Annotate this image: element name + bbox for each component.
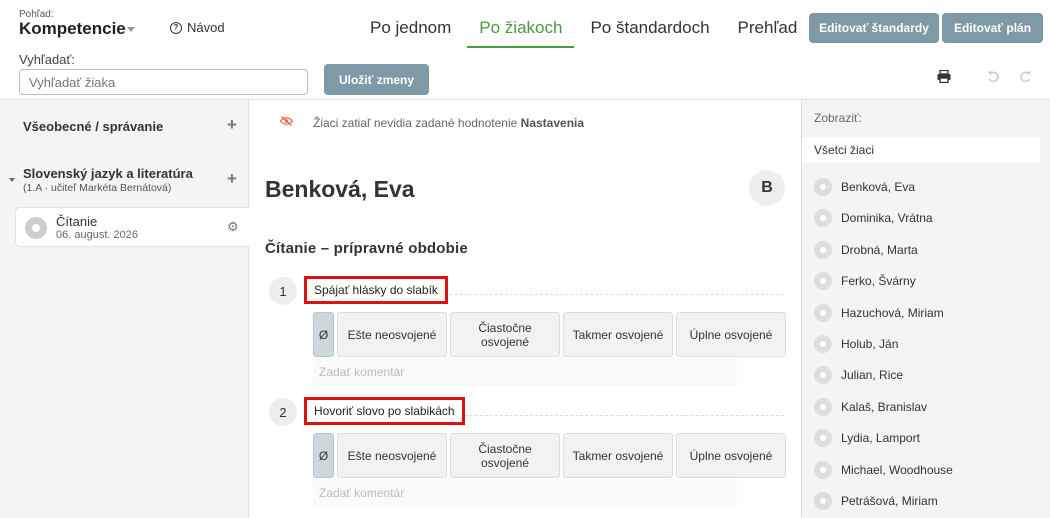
question-icon: ? <box>170 21 182 34</box>
section-title: Čítanie – prípravné obdobie <box>265 240 468 257</box>
tab-po-jednom[interactable]: Po jednom <box>358 10 463 48</box>
student-item[interactable]: Petrášová, Miriam <box>802 486 1050 517</box>
search-input[interactable] <box>19 69 308 95</box>
help-link[interactable]: ? Návod <box>170 20 225 35</box>
gear-icon[interactable]: ⚙ <box>227 219 239 235</box>
student-status-icon <box>814 178 832 196</box>
subject-subtitle: (1.A · učiteľ Markéta Bernátová) <box>23 182 172 194</box>
show-label: Zobraziť: <box>814 111 862 125</box>
student-item[interactable]: Julian, Rice <box>802 360 1050 391</box>
student-item[interactable]: Lydia, Lamport <box>802 423 1050 454</box>
grade-options: Ø Ešte neosvojené Čiastočne osvojené Tak… <box>313 433 789 478</box>
competency-label: Hovoriť slovo po slabikách <box>304 397 465 425</box>
grade-none-button[interactable]: Ø <box>313 433 334 478</box>
student-item[interactable]: Kalaš, Branislav <box>802 392 1050 423</box>
grade-button[interactable]: Úplne osvojené <box>676 312 786 357</box>
student-item[interactable]: Holub, Ján <box>802 329 1050 360</box>
edit-standards-button[interactable]: Editovať štandardy <box>809 13 939 43</box>
add-icon[interactable]: + <box>227 115 237 135</box>
undo-icon[interactable] <box>987 70 1000 86</box>
tab-po-standardoch[interactable]: Po štandardoch <box>578 10 721 48</box>
student-item[interactable]: Ferko, Švárny <box>802 266 1050 297</box>
grade-button[interactable]: Takmer osvojené <box>563 433 673 478</box>
collapse-icon[interactable] <box>9 178 15 182</box>
student-item[interactable]: Benková, Eva <box>802 172 1050 203</box>
search-label: Vyhľadať: <box>19 52 75 67</box>
student-item[interactable]: Michael, Woodhouse <box>802 455 1050 486</box>
notice-text: Žiaci zatiaľ nevidia zadané hodnotenie <box>313 116 518 130</box>
lesson-item[interactable]: Čítanie 06. august. 2026 ⚙ <box>15 207 249 247</box>
grade-none-button[interactable]: Ø <box>313 312 334 357</box>
assessment-panel: Žiaci zatiaľ nevidia zadané hodnotenie N… <box>250 100 801 518</box>
lesson-date: 06. august. 2026 <box>56 229 138 241</box>
student-item-name: Petrášová, Miriam <box>841 493 938 508</box>
visibility-notice: Žiaci zatiaľ nevidia zadané hodnotenie N… <box>313 116 584 130</box>
student-item[interactable]: Drobná, Marta <box>802 235 1050 266</box>
tab-po-ziakoch[interactable]: Po žiakoch <box>467 10 575 48</box>
grade-button[interactable]: Čiastočne osvojené <box>450 312 560 357</box>
student-item-name: Holub, Ján <box>841 336 899 351</box>
student-status-icon <box>814 491 832 510</box>
student-status-icon <box>814 240 832 259</box>
student-status-icon <box>814 209 832 228</box>
help-label: Návod <box>187 20 225 35</box>
tab-prehlad[interactable]: Prehľad <box>726 10 810 48</box>
lesson-name: Čítanie <box>56 214 98 229</box>
student-status-icon <box>814 460 832 479</box>
eye-off-icon <box>279 115 294 129</box>
lesson-status-icon <box>25 217 47 239</box>
student-status-icon <box>814 334 832 353</box>
student-item[interactable]: Dominika, Vrátna <box>802 203 1050 234</box>
settings-link[interactable]: Nastavenia <box>521 116 584 130</box>
student-status-icon <box>814 397 832 416</box>
redo-icon[interactable] <box>1019 70 1032 86</box>
student-list: Benková, Eva Dominika, Vrátna Drobná, Ma… <box>802 172 1050 517</box>
student-item-name: Dominika, Vrátna <box>841 211 933 226</box>
student-status-icon <box>814 272 832 291</box>
competency-label: Spájať hlásky do slabík <box>304 276 448 304</box>
students-panel: Zobraziť: Všetci žiaci Benková, Eva Domi… <box>801 100 1050 518</box>
comment-input[interactable]: Zadať komentár <box>313 358 737 386</box>
grade-button[interactable]: Ešte neosvojené <box>337 433 447 478</box>
chevron-down-icon[interactable] <box>127 27 135 32</box>
grade-button[interactable]: Ešte neosvojené <box>337 312 447 357</box>
subjects-panel: Všeobecné / správanie + Slovenský jazyk … <box>0 100 249 518</box>
student-status-icon <box>814 366 832 385</box>
view-tabs: Po jednom Po žiakoch Po štandardoch Preh… <box>358 10 813 48</box>
student-name: Benková, Eva <box>265 176 415 202</box>
add-icon[interactable]: + <box>227 169 237 189</box>
grade-button[interactable]: Čiastočne osvojené <box>450 433 560 478</box>
student-item-name: Ferko, Švárny <box>841 274 916 289</box>
top-bar: Pohľad: Kompetencie ? Návod Po jednom Po… <box>0 0 1050 100</box>
competency-number: 2 <box>269 398 297 426</box>
student-item-name: Lydia, Lamport <box>841 431 920 446</box>
comment-input[interactable]: Zadať komentár <box>313 479 737 507</box>
student-avatar: B <box>749 170 785 206</box>
student-item[interactable]: Hazuchová, Miriam <box>802 298 1050 329</box>
grade-options: Ø Ešte neosvojené Čiastočne osvojené Tak… <box>313 312 789 357</box>
student-status-icon <box>814 429 832 448</box>
student-item-name: Drobná, Marta <box>841 242 918 257</box>
student-status-icon <box>814 303 832 322</box>
edit-plan-button[interactable]: Editovať plán <box>942 13 1043 43</box>
student-item-name: Julian, Rice <box>841 368 904 383</box>
student-item-name: Benková, Eva <box>841 180 916 194</box>
student-item-name: Kalaš, Branislav <box>841 399 928 414</box>
view-select[interactable]: Kompetencie <box>19 19 126 39</box>
subject-title: Všeobecné / správanie <box>23 119 164 134</box>
student-item-name: Hazuchová, Miriam <box>841 305 944 320</box>
subject-title: Slovenský jazyk a literatúra <box>23 166 193 181</box>
student-filter-select[interactable]: Všetci žiaci <box>802 137 1040 163</box>
grade-button[interactable]: Takmer osvojené <box>563 312 673 357</box>
print-icon[interactable] <box>937 69 951 86</box>
student-item-name: Michael, Woodhouse <box>841 462 953 477</box>
save-button[interactable]: Uložiť zmeny <box>324 64 429 95</box>
grade-button[interactable]: Úplne osvojené <box>676 433 786 478</box>
competency-number: 1 <box>269 277 297 305</box>
